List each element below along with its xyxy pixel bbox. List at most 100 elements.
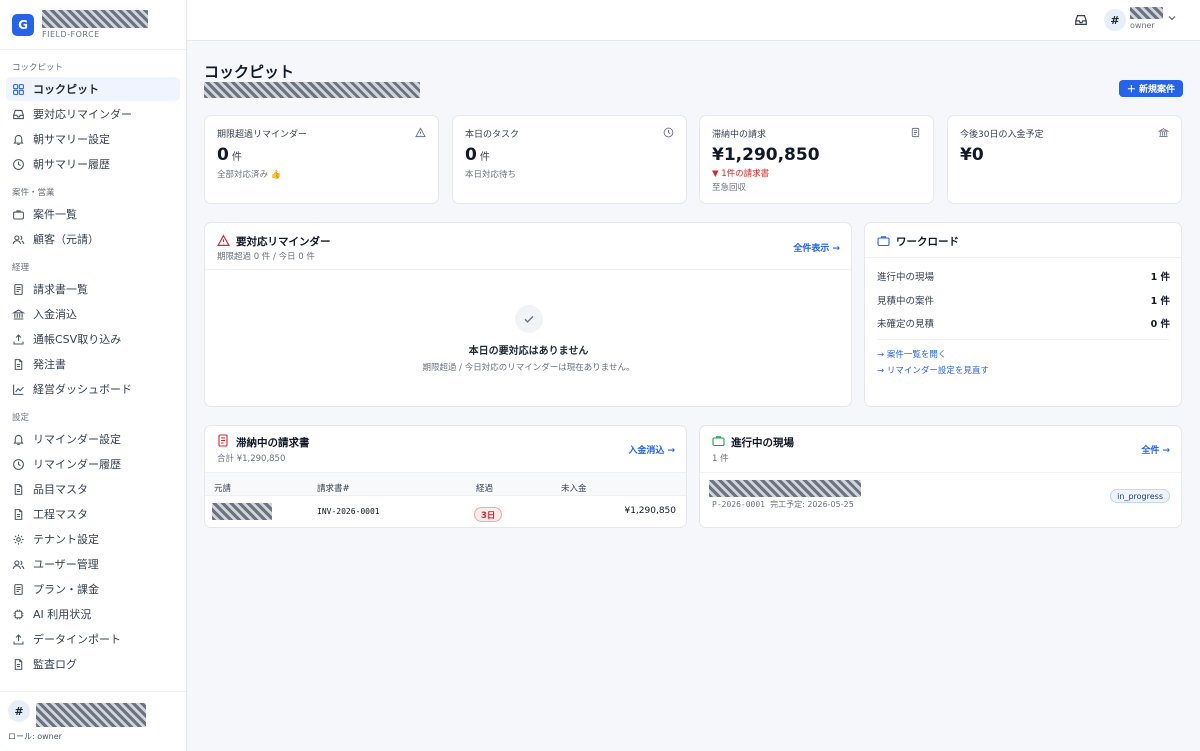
sidebar-item[interactable]: 要対応リマインダー xyxy=(6,102,180,126)
sidebar-item[interactable]: AI 利用状況 xyxy=(6,602,180,626)
stat-card-upcoming-payments[interactable]: 今後30日の入金予定 ¥0 xyxy=(947,115,1182,204)
clock-icon xyxy=(663,127,674,138)
sidebar-user[interactable]: # ロール: owner xyxy=(0,691,186,751)
column-header: 経過 xyxy=(476,484,494,494)
brand[interactable]: G FIELD-FORCE xyxy=(0,0,186,50)
sidebar-nav: コックピット コックピット 要対応リマインダー 朝サマリー設定 朝サマリー履歴 案件・営業… xyxy=(0,50,186,676)
view-all-link[interactable]: 全件表示 → xyxy=(793,241,840,254)
user-role: ロール: owner xyxy=(8,732,62,741)
warning-icon xyxy=(415,127,426,138)
sidebar-item[interactable]: データインポート xyxy=(6,627,180,651)
sidebar-section-title: 案件・営業 xyxy=(12,188,55,198)
top-user-role: owner xyxy=(1130,21,1155,30)
sidebar-item-label: 品目マスタ xyxy=(33,483,88,496)
brand-name-redacted xyxy=(42,10,148,28)
reminder-settings-link[interactable]: → リマインダー設定を見直す xyxy=(877,364,989,376)
file-icon xyxy=(14,658,23,670)
stat-label: 期限超過リマインダー xyxy=(217,130,308,140)
bank-icon xyxy=(1158,128,1169,137)
check-icon xyxy=(515,305,543,333)
sidebar-item-label: 朝サマリー設定 xyxy=(33,133,110,146)
panel-title: 要対応リマインダー xyxy=(236,236,331,248)
sidebar-item-label: リマインダー履歴 xyxy=(33,458,121,471)
stat-label: 本日のタスク xyxy=(465,130,520,140)
warning-icon xyxy=(217,234,230,246)
chip-icon xyxy=(13,609,24,619)
stat-value: 0 xyxy=(217,145,229,165)
stat-note: 本日対応待ち xyxy=(465,170,517,180)
document-icon xyxy=(911,127,920,138)
sidebar-item[interactable]: 通帳CSV取り込み xyxy=(6,327,180,351)
sidebar-item[interactable]: 発注書 xyxy=(6,352,180,376)
stat-card-overdue-invoices[interactable]: 滞納中の請求 ¥1,290,850 ▼ 1件の請求書 至急回収 xyxy=(699,115,934,204)
sidebar-section-title: 設定 xyxy=(12,413,30,423)
top-avatar[interactable]: # xyxy=(1104,9,1126,31)
sidebar-item[interactable]: プラン・課金 xyxy=(6,577,180,601)
sidebar-item-label: 工程マスタ xyxy=(33,508,88,521)
brand-subtitle: FIELD-FORCE xyxy=(42,30,100,39)
sidebar-item-label: AI 利用状況 xyxy=(33,608,92,621)
sidebar-item[interactable]: リマインダー設定 xyxy=(6,427,180,451)
briefcase-icon xyxy=(877,236,890,247)
stat-value: ¥0 xyxy=(960,145,984,165)
site-meta: P-2026-0001 完工予定: 2026-05-25 xyxy=(712,500,854,509)
top-user-redacted[interactable] xyxy=(1130,7,1163,19)
workload-panel: ワークロード 進行中の現場 1 件 見積中の案件 1 件 未確定の見積 0 件 → 案… xyxy=(864,222,1182,407)
invoice-number[interactable]: INV-2026-0001 xyxy=(317,507,380,516)
sidebar-item-label: ユーザー管理 xyxy=(33,558,99,571)
sidebar-item[interactable]: テナント設定 xyxy=(6,527,180,551)
stat-card-today-tasks[interactable]: 本日のタスク 0件 本日対応待ち xyxy=(452,115,687,204)
inbox-icon[interactable] xyxy=(1074,13,1088,27)
sidebar-item-label: データインポート xyxy=(33,633,121,646)
column-header: 元請 xyxy=(214,484,232,494)
sidebar-item[interactable]: リマインダー履歴 xyxy=(6,452,180,476)
open-projects-link[interactable]: → 案件一覧を開く xyxy=(877,348,946,360)
users-icon xyxy=(12,559,25,569)
sidebar-item-label: テナント設定 xyxy=(33,533,99,546)
sidebar-item-label: 朝サマリー履歴 xyxy=(33,158,110,171)
sidebar-item[interactable]: 朝サマリー履歴 xyxy=(6,152,180,176)
site-name-redacted[interactable] xyxy=(709,480,861,497)
upload-icon xyxy=(13,633,24,644)
file-icon xyxy=(14,508,23,520)
sidebar-item[interactable]: 案件一覧 xyxy=(6,202,180,226)
column-header: 未入金 xyxy=(561,484,587,494)
bell-icon xyxy=(13,134,24,145)
sidebar-item[interactable]: ユーザー管理 xyxy=(6,552,180,576)
sidebar-item[interactable]: 請求書一覧 xyxy=(6,277,180,301)
sidebar-item[interactable]: 工程マスタ xyxy=(6,502,180,526)
divider xyxy=(205,269,851,270)
sidebar-item[interactable]: コックピット xyxy=(6,77,180,101)
sidebar-item-label: 通帳CSV取り込み xyxy=(33,333,122,346)
stat-label: 今後30日の入金予定 xyxy=(960,130,1044,140)
new-project-button[interactable]: ＋ 新規案件 xyxy=(1119,80,1183,97)
sidebar-item-label: 経営ダッシュボード xyxy=(33,383,132,396)
user-name-redacted xyxy=(36,703,146,727)
document-icon xyxy=(218,434,228,447)
stat-label: 滞納中の請求 xyxy=(712,130,767,140)
sidebar-item[interactable]: 朝サマリー設定 xyxy=(6,127,180,151)
payment-matching-link[interactable]: 入金消込 → xyxy=(628,443,675,456)
sidebar-item[interactable]: 監査ログ xyxy=(6,652,180,676)
stat-card-overdue-reminders[interactable]: 期限超過リマインダー 0件 全部対応済み 👍 xyxy=(204,115,439,204)
unpaid-amount: ¥1,290,850 xyxy=(624,506,676,516)
chart-icon xyxy=(13,384,24,395)
sidebar-item-label: プラン・課金 xyxy=(33,583,99,596)
sidebar-item[interactable]: 経営ダッシュボード xyxy=(6,377,180,401)
stat-unit: 件 xyxy=(479,152,490,163)
sidebar-item[interactable]: 入金消込 xyxy=(6,302,180,326)
sidebar-item[interactable]: 品目マスタ xyxy=(6,477,180,501)
topbar: # owner xyxy=(187,0,1200,41)
stat-note: 至急回収 xyxy=(712,183,747,193)
client-name-redacted[interactable] xyxy=(212,503,272,520)
active-sites-panel: 進行中の現場 1 件 全件 → P-2026-0001 完工予定: 2026-0… xyxy=(699,425,1182,528)
sidebar-item[interactable]: 顧客（元請） xyxy=(6,227,180,251)
brand-logo: G xyxy=(12,13,34,36)
clock-icon xyxy=(13,158,24,170)
view-all-sites-link[interactable]: 全件 → xyxy=(1141,443,1170,456)
column-header: 請求書# xyxy=(317,484,350,494)
table-header xyxy=(205,472,686,496)
workload-row: 未確定の見積 0 件 xyxy=(877,319,1170,330)
chevron-down-icon[interactable] xyxy=(1167,13,1177,23)
users-icon xyxy=(12,234,25,244)
